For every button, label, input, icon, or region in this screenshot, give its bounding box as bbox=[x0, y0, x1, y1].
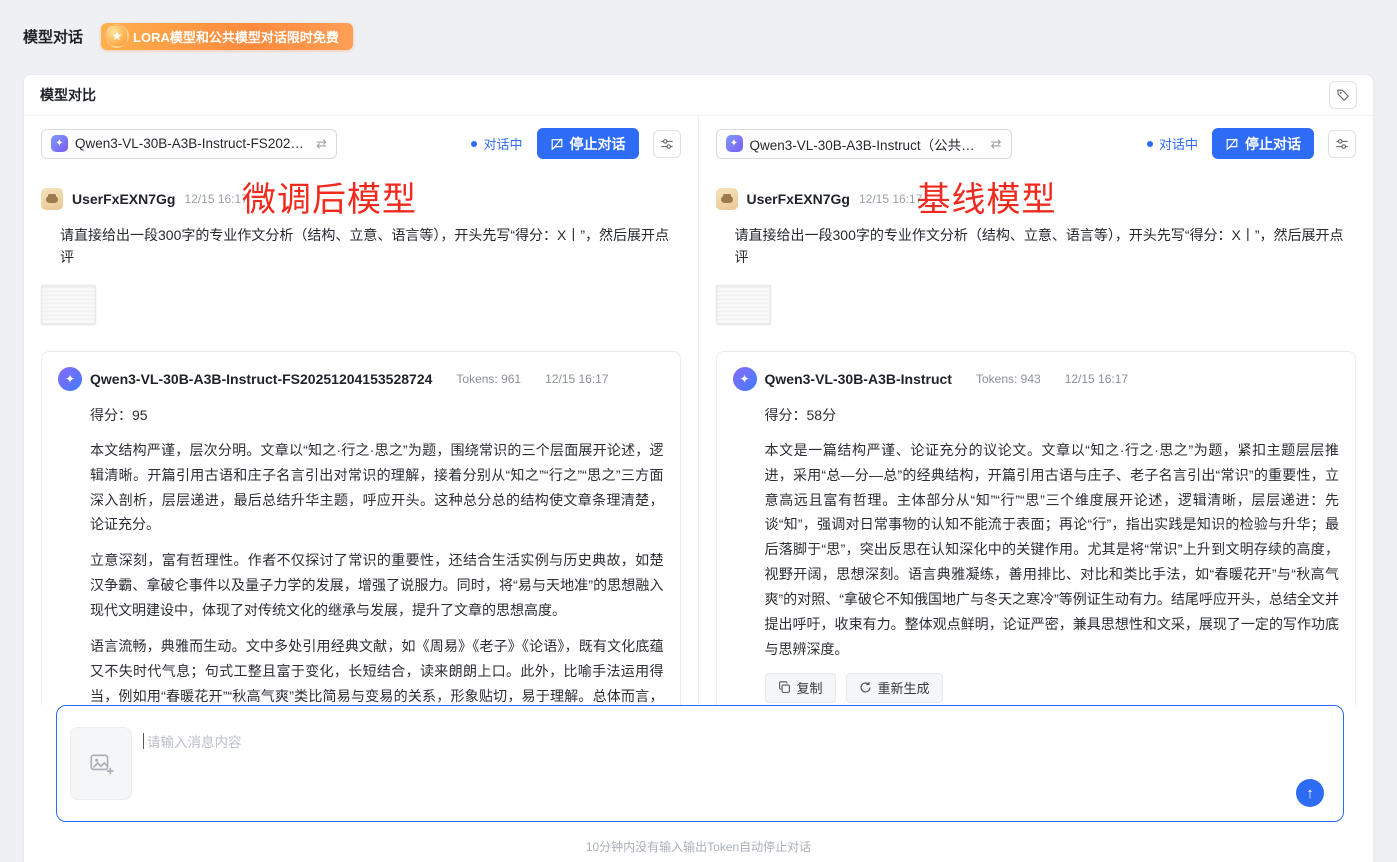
score-line: 得分：95 bbox=[90, 403, 664, 428]
assistant-time: 12/15 16:17 bbox=[1065, 372, 1128, 386]
stop-chat-label: 停止对话 bbox=[1245, 134, 1301, 154]
assistant-time: 12/15 16:17 bbox=[545, 372, 608, 386]
regenerate-icon bbox=[859, 681, 872, 694]
page-title: 模型对话 bbox=[23, 26, 83, 47]
panel-title: 模型对比 bbox=[40, 85, 96, 105]
assistant-paragraph: 本文是一篇结构严谨、论证充分的议论文。文章以“知之·行之·思之”为题，紧扣主题层… bbox=[765, 438, 1340, 662]
status-label: 对话中 bbox=[1159, 134, 1198, 153]
user-message-header: UserFxEXN7Gg 12/15 16:17 bbox=[41, 188, 681, 210]
user-message-time: 12/15 16:17 bbox=[184, 192, 247, 206]
model-icon: ✦ bbox=[51, 135, 68, 152]
toolbar-right-group: 对话中 停止对话 bbox=[471, 128, 680, 159]
model-select-left[interactable]: ✦ Qwen3-VL-30B-A3B-Instruct-FS20251... ⇄ bbox=[41, 129, 337, 159]
compare-panel: 模型对比 ✦ Qwen3-VL-30B-A3B-Instruct-FS20251… bbox=[23, 74, 1374, 862]
copy-icon bbox=[778, 681, 791, 694]
stop-chat-icon bbox=[1225, 137, 1239, 151]
settings-button-right[interactable] bbox=[1328, 130, 1356, 158]
tag-button[interactable] bbox=[1329, 81, 1357, 109]
assistant-avatar: ✦ bbox=[58, 367, 82, 391]
tag-icon bbox=[1336, 88, 1350, 102]
copy-button-right[interactable]: 复制 bbox=[765, 673, 836, 703]
panel-header: 模型对比 bbox=[24, 75, 1373, 116]
stop-chat-icon bbox=[550, 137, 564, 151]
columns-wrapper: ✦ Qwen3-VL-30B-A3B-Instruct-FS20251... ⇄… bbox=[24, 116, 1373, 705]
user-name: UserFxEXN7Gg bbox=[747, 191, 850, 207]
input-placeholder-area[interactable]: 请输入消息内容 bbox=[143, 731, 242, 751]
user-name: UserFxEXN7Gg bbox=[72, 191, 175, 207]
column-baseline: ✦ Qwen3-VL-30B-A3B-Instruct（公共模... ⇄ 对话中 bbox=[699, 116, 1374, 705]
assistant-paragraph: 本文结构严谨，层次分明。文章以“知之·行之·思之”为题，围绕常识的三个层面展开论… bbox=[90, 438, 664, 538]
assistant-model-name: Qwen3-VL-30B-A3B-Instruct bbox=[765, 371, 952, 387]
send-button[interactable]: ↑ bbox=[1296, 779, 1324, 807]
assistant-body: 得分：95 本文结构严谨，层次分明。文章以“知之·行之·思之”为题，围绕常识的三… bbox=[90, 403, 664, 705]
stop-chat-label: 停止对话 bbox=[570, 134, 626, 154]
user-message-text: 请直接给出一段300字的专业作文分析（结构、立意、语言等），开头先写“得分：X丨… bbox=[41, 224, 681, 269]
model-select-label: Qwen3-VL-30B-A3B-Instruct-FS20251... bbox=[75, 136, 309, 151]
assistant-tokens: Tokens: 961 bbox=[456, 372, 521, 386]
status-badge: 对话中 bbox=[471, 134, 522, 153]
swap-model-icon[interactable]: ⇄ bbox=[316, 136, 327, 152]
stop-chat-button-left[interactable]: 停止对话 bbox=[537, 128, 639, 159]
model-icon: ✦ bbox=[726, 135, 743, 152]
status-dot bbox=[471, 141, 477, 147]
settings-sliders-icon bbox=[660, 137, 674, 151]
user-message-text: 请直接给出一段300字的专业作文分析（结构、立意、语言等），开头先写“得分：X丨… bbox=[716, 224, 1357, 269]
promo-text: LORA模型和公共模型对话限时免费 bbox=[133, 27, 339, 46]
settings-sliders-icon bbox=[1335, 137, 1349, 151]
assistant-paragraph: 立意深刻，富有哲理性。作者不仅探讨了常识的重要性，还结合生活实例与历史典故，如楚… bbox=[90, 548, 664, 623]
top-bar: 模型对话 ★ LORA模型和公共模型对话限时免费 bbox=[0, 0, 1397, 72]
model-select-label: Qwen3-VL-30B-A3B-Instruct（公共模... bbox=[750, 134, 984, 154]
promo-icon: ★ bbox=[105, 24, 129, 48]
assistant-card-left: ✦ Qwen3-VL-30B-A3B-Instruct-FS2025120415… bbox=[41, 351, 681, 705]
toolbar-right: ✦ Qwen3-VL-30B-A3B-Instruct（公共模... ⇄ 对话中 bbox=[716, 128, 1357, 159]
assistant-card-right: ✦ Qwen3-VL-30B-A3B-Instruct Tokens: 943 … bbox=[716, 351, 1357, 705]
status-label: 对话中 bbox=[483, 134, 522, 153]
text-cursor bbox=[143, 733, 144, 749]
message-input[interactable]: 请输入消息内容 ↑ bbox=[56, 705, 1344, 822]
upload-image-icon bbox=[88, 751, 114, 777]
assistant-header: ✦ Qwen3-VL-30B-A3B-Instruct Tokens: 943 … bbox=[733, 367, 1340, 391]
user-message-header: UserFxEXN7Gg 12/15 16:17 bbox=[716, 188, 1357, 210]
model-select-right[interactable]: ✦ Qwen3-VL-30B-A3B-Instruct（公共模... ⇄ bbox=[716, 129, 1012, 159]
swap-model-icon[interactable]: ⇄ bbox=[991, 136, 1002, 152]
input-placeholder: 请输入消息内容 bbox=[147, 731, 242, 751]
assistant-tokens: Tokens: 943 bbox=[976, 372, 1041, 386]
assistant-header: ✦ Qwen3-VL-30B-A3B-Instruct-FS2025120415… bbox=[58, 367, 664, 391]
user-avatar bbox=[716, 188, 738, 210]
attachment-thumbnail[interactable] bbox=[41, 285, 96, 325]
assistant-body: 得分：58分 本文是一篇结构严谨、论证充分的议论文。文章以“知之·行之·思之”为… bbox=[765, 403, 1340, 662]
user-message-time: 12/15 16:17 bbox=[859, 192, 922, 206]
assistant-paragraph: 语言流畅，典雅而生动。文中多处引用经典文献，如《周易》《老子》《论语》，既有文化… bbox=[90, 634, 664, 705]
status-dot bbox=[1147, 141, 1153, 147]
toolbar-right-group: 对话中 停止对话 bbox=[1147, 128, 1356, 159]
arrow-up-icon: ↑ bbox=[1306, 785, 1314, 802]
attachment-thumbnail[interactable] bbox=[716, 285, 771, 325]
promo-banner: ★ LORA模型和公共模型对话限时免费 bbox=[101, 23, 353, 50]
assistant-avatar: ✦ bbox=[733, 367, 757, 391]
auto-stop-note: 10分钟内没有输入输出Token自动停止对话 bbox=[24, 838, 1373, 855]
score-line: 得分：58分 bbox=[765, 403, 1340, 428]
toolbar-left: ✦ Qwen3-VL-30B-A3B-Instruct-FS20251... ⇄… bbox=[41, 128, 681, 159]
column-finetuned: ✦ Qwen3-VL-30B-A3B-Instruct-FS20251... ⇄… bbox=[24, 116, 699, 705]
status-badge: 对话中 bbox=[1147, 134, 1198, 153]
copy-label: 复制 bbox=[797, 678, 823, 697]
user-avatar bbox=[41, 188, 63, 210]
assistant-actions: 复制 重新生成 bbox=[765, 673, 1340, 703]
regenerate-button-right[interactable]: 重新生成 bbox=[846, 673, 943, 703]
settings-button-left[interactable] bbox=[653, 130, 681, 158]
regenerate-label: 重新生成 bbox=[878, 678, 930, 697]
upload-image-button[interactable] bbox=[70, 727, 132, 800]
assistant-model-name: Qwen3-VL-30B-A3B-Instruct-FS202512041535… bbox=[90, 371, 432, 387]
stop-chat-button-right[interactable]: 停止对话 bbox=[1212, 128, 1314, 159]
